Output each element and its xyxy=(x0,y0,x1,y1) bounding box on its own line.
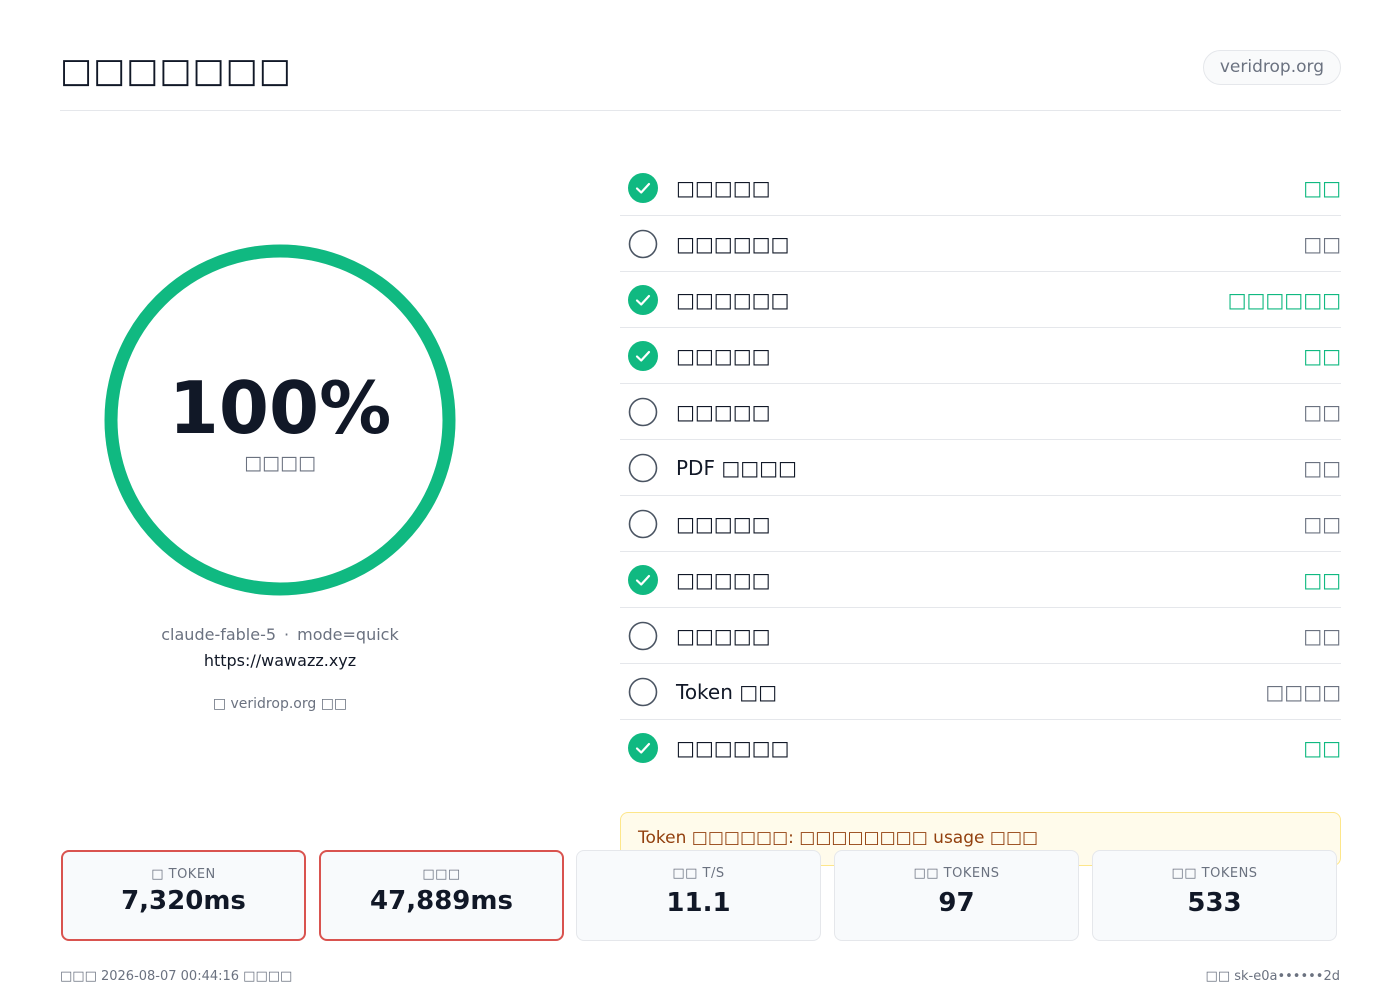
check-passed-icon xyxy=(628,285,658,315)
target-url[interactable]: https://wawazz.xyz xyxy=(60,650,500,672)
stat-card-output-tokens: □□ TOKENS 533 xyxy=(1092,850,1337,941)
page-title: □□□□□□□ xyxy=(60,51,292,91)
check-pending-icon xyxy=(628,453,658,483)
check-status: □□ xyxy=(1303,344,1341,368)
domain-badge[interactable]: veridrop.org xyxy=(1202,50,1341,85)
check-label: □□□□□ xyxy=(676,344,771,368)
check-list: □□□□□ □□ □□□□□□ □□ □□□□□□ □□□□□□ □□□□□ □□ □□… xyxy=(620,160,1341,776)
stat-label: □□ T/S xyxy=(672,866,725,881)
check-pending-icon xyxy=(628,229,658,259)
check-label: □□□□□□ xyxy=(676,288,790,312)
check-row: PDF □□□□ □□ xyxy=(620,440,1341,496)
check-label: □□□□□ xyxy=(676,400,771,424)
check-status: □□ xyxy=(1303,176,1341,200)
check-passed-icon xyxy=(628,173,658,203)
stat-label: □□ TOKENS xyxy=(1171,866,1258,881)
score-caption: □□□□ xyxy=(244,452,316,474)
check-pending-icon xyxy=(628,397,658,427)
check-pending-icon xyxy=(628,621,658,651)
check-status: □□ xyxy=(1303,512,1341,536)
check-status: □□ xyxy=(1303,232,1341,256)
check-row: □□□□□□ □□ xyxy=(620,720,1341,776)
check-status: □□ xyxy=(1303,456,1341,480)
mode-value: mode=quick xyxy=(297,625,399,644)
check-row: □□□□□ □□ xyxy=(620,384,1341,440)
footer-key: □□ sk-e0a••••••2d xyxy=(1205,969,1340,984)
attribution: □ veridrop.org □□ xyxy=(212,696,348,712)
stat-value: 11.1 xyxy=(666,888,731,918)
check-label: □□□□□□ xyxy=(676,232,790,256)
page-header: □□□□□□□ veridrop.org xyxy=(60,50,1341,111)
stat-value: 7,320ms xyxy=(121,886,246,916)
check-row: □□□□□□ □□ xyxy=(620,216,1341,272)
model-name: claude-fable-5 xyxy=(161,625,277,644)
check-row: □□□□□ □□ xyxy=(620,160,1341,216)
check-passed-icon xyxy=(628,565,658,595)
stat-label: □□□ xyxy=(422,867,461,882)
stat-label: □ TOKEN xyxy=(151,867,216,882)
check-label: PDF □□□□ xyxy=(676,456,797,480)
check-label: □□□□□ xyxy=(676,512,771,536)
check-passed-icon xyxy=(628,733,658,763)
check-status: □□ xyxy=(1303,736,1341,760)
stat-value: 533 xyxy=(1187,888,1242,918)
score-value: 100% xyxy=(168,366,392,450)
check-label: □□□□□ xyxy=(676,568,771,592)
check-status: □□ xyxy=(1303,400,1341,424)
meta-separator: · xyxy=(284,625,290,644)
check-row: Token □□ □□□□ xyxy=(620,664,1341,720)
stat-label: □□ TOKENS xyxy=(913,866,1000,881)
check-status: □□□□□□ xyxy=(1227,288,1341,312)
check-pending-icon xyxy=(628,677,658,707)
check-label: Token □□ xyxy=(676,680,778,704)
check-label: □□□□□□ xyxy=(676,736,790,760)
check-status: □□□□ xyxy=(1265,680,1341,704)
check-label: □□□□□ xyxy=(676,176,771,200)
check-passed-icon xyxy=(628,341,658,371)
check-label: □□□□□ xyxy=(676,624,771,648)
footer-timestamp: □□□ 2026-08-07 00:44:16 □□□□ xyxy=(60,969,293,984)
stat-card-total-time: □□□ 47,889ms xyxy=(319,850,564,941)
stat-card-tps: □□ T/S 11.1 xyxy=(576,850,821,941)
check-status: □□ xyxy=(1303,568,1341,592)
check-row: □□□□□ □□ xyxy=(620,496,1341,552)
check-row: □□□□□□ □□□□□□ xyxy=(620,272,1341,328)
check-pending-icon xyxy=(628,509,658,539)
stat-value: 97 xyxy=(938,888,975,918)
stat-card-input-tokens: □□ TOKENS 97 xyxy=(834,850,1079,941)
stat-card-first-token: □ TOKEN 7,320ms xyxy=(61,850,306,941)
check-status: □□ xyxy=(1303,624,1341,648)
stat-value: 47,889ms xyxy=(370,886,513,916)
model-meta: claude-fable-5 · mode=quick xyxy=(60,624,500,646)
check-row: □□□□□ □□ xyxy=(620,552,1341,608)
check-row: □□□□□ □□ xyxy=(620,328,1341,384)
check-row: □□□□□ □□ xyxy=(620,608,1341,664)
